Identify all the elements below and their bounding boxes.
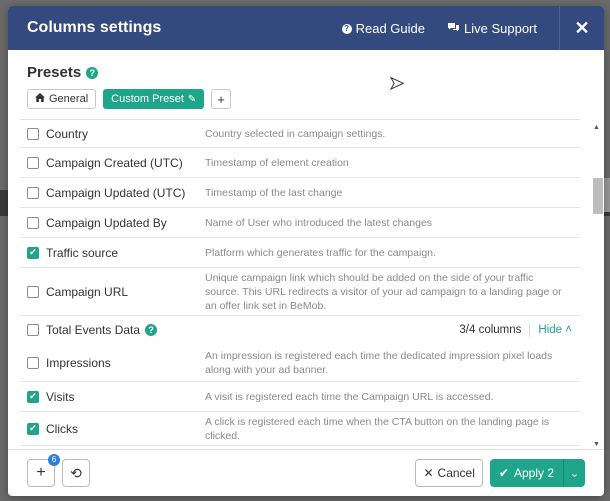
hide-label: Hide <box>538 324 563 336</box>
column-name: Campaign URL <box>46 284 129 299</box>
modal-title: Columns settings <box>27 19 162 36</box>
home-icon <box>35 93 45 105</box>
plus-icon: + <box>217 91 225 107</box>
checkbox[interactable] <box>27 285 39 298</box>
list-item[interactable]: Campaign Updated By Name of User who int… <box>20 208 580 238</box>
live-support-link[interactable]: Live Support <box>447 21 537 36</box>
checkbox-checked[interactable]: ✔ <box>27 390 39 403</box>
preset-buttons: General Custom Preset ✎ + <box>27 89 585 109</box>
list-item[interactable]: ✔ Traffic source Platform which generate… <box>20 238 580 268</box>
columns-list[interactable]: Country Country selected in campaign set… <box>20 119 580 449</box>
presets-heading: Presets ? <box>27 64 585 81</box>
preset-general-label: General <box>49 93 89 105</box>
column-description: Unique campaign link which should be add… <box>205 271 562 312</box>
column-name: Campaign Updated (UTC) <box>46 185 186 200</box>
preset-general-button[interactable]: General <box>27 89 97 109</box>
modal-footer: + 6 ⟲ ✕ Cancel ✔ Apply 2 ⌄ <box>8 449 604 496</box>
apply-label: Apply 2 <box>513 466 554 480</box>
list-item[interactable]: Country Country selected in campaign set… <box>20 120 580 148</box>
preset-custom-label: Custom Preset <box>111 93 184 105</box>
checkbox[interactable] <box>27 356 39 369</box>
section-count: 3/4 columns <box>459 324 522 336</box>
list-item[interactable]: Campaign URL Unique campaign link which … <box>20 268 580 316</box>
help-icon[interactable]: ? <box>145 324 158 336</box>
scroll-down-icon[interactable]: ▼ <box>593 441 600 448</box>
column-name: Campaign Updated By <box>46 215 167 230</box>
help-icon[interactable]: ? <box>86 66 99 79</box>
columns-settings-modal: Columns settings ? Read Guide Live Suppo… <box>8 6 604 496</box>
apply-button[interactable]: ✔ Apply 2 <box>489 459 563 487</box>
column-name: Visits <box>46 389 75 404</box>
divider <box>529 323 531 337</box>
column-description: Timestamp of the last change <box>205 186 343 199</box>
section-title: Total Events Data <box>46 323 141 337</box>
column-name: Traffic source <box>46 245 119 260</box>
reset-button[interactable]: ⟲ <box>62 459 90 487</box>
add-column-button[interactable]: + 6 <box>27 454 60 487</box>
check-icon: ✔ <box>498 466 509 480</box>
history-icon: ⟲ <box>70 464 82 481</box>
list-item[interactable]: Impressions An impression is registered … <box>20 344 580 382</box>
plus-icon: + <box>36 464 46 481</box>
scroll-thumb[interactable] <box>593 178 603 214</box>
column-description: An impression is registered each time th… <box>205 349 553 376</box>
question-circle-icon: ? <box>341 22 352 34</box>
hide-link[interactable]: Hide ˄ <box>538 324 572 336</box>
checkbox[interactable] <box>27 216 39 229</box>
close-button[interactable]: ✕ <box>559 6 604 50</box>
close-icon: ✕ <box>574 17 590 38</box>
column-description: Timestamp of element creation <box>205 156 349 169</box>
column-name: Campaign Created (UTC) <box>46 155 183 170</box>
column-description: Platform which generates traffic for the… <box>205 246 436 259</box>
column-description: Country selected in campaign settings. <box>205 127 386 140</box>
section-meta: 3/4 columns Hide ˄ <box>459 323 580 337</box>
chat-icon <box>447 22 460 35</box>
scroll-up-icon[interactable]: ▲ <box>593 124 600 131</box>
presets-section: Presets ? General Custom Preset ✎ + <box>8 50 604 120</box>
cancel-button[interactable]: ✕ Cancel <box>415 459 483 487</box>
chevron-down-icon: ⌄ <box>569 467 580 480</box>
list-item[interactable]: ✔ Visits A visit is registered each time… <box>20 382 580 412</box>
modal-header: Columns settings ? Read Guide Live Suppo… <box>8 6 604 50</box>
add-preset-button[interactable]: + <box>211 89 231 109</box>
count-badge: 6 <box>48 454 60 466</box>
list-item[interactable]: Campaign Created (UTC) Timestamp of elem… <box>20 148 580 178</box>
checkbox[interactable] <box>27 324 39 336</box>
apply-options-button[interactable]: ⌄ <box>563 459 585 487</box>
checkbox[interactable] <box>27 186 39 199</box>
pencil-icon: ✎ <box>187 93 197 105</box>
column-description: A click is registered each time when the… <box>205 415 550 442</box>
checkbox[interactable] <box>27 127 39 140</box>
column-description: A visit is registered each time the Camp… <box>205 390 494 403</box>
section-row[interactable]: Total Events Data ? 3/4 columns Hide ˄ <box>20 316 580 344</box>
list-scrollbar[interactable]: ▲ ▼ <box>592 124 603 448</box>
apply-button-group: ✔ Apply 2 ⌄ <box>489 459 585 487</box>
column-name: Country <box>46 126 89 141</box>
presets-title: Presets <box>27 64 82 81</box>
mouse-cursor-icon: ➤ <box>388 73 405 94</box>
checkbox-checked[interactable]: ✔ <box>27 422 39 435</box>
column-name: Impressions <box>46 355 111 370</box>
section-name: Total Events Data ? <box>46 323 205 337</box>
read-guide-link[interactable]: ? Read Guide <box>341 20 425 36</box>
list-item[interactable]: Campaign Updated (UTC) Timestamp of the … <box>20 178 580 208</box>
cancel-label: Cancel <box>437 466 475 480</box>
preset-custom-button[interactable]: Custom Preset ✎ <box>103 89 205 109</box>
column-name: Clicks <box>46 421 78 436</box>
checkbox[interactable] <box>27 156 39 169</box>
checkbox-checked[interactable]: ✔ <box>27 246 39 259</box>
close-icon: ✕ <box>423 466 434 480</box>
list-item[interactable]: ✔ Clicks A click is registered each time… <box>20 412 580 446</box>
read-guide-label: Read Guide <box>355 20 425 36</box>
live-support-label: Live Support <box>464 20 537 36</box>
chevron-up-icon: ˄ <box>565 324 572 336</box>
column-description: Name of User who introduced the latest c… <box>205 216 433 229</box>
